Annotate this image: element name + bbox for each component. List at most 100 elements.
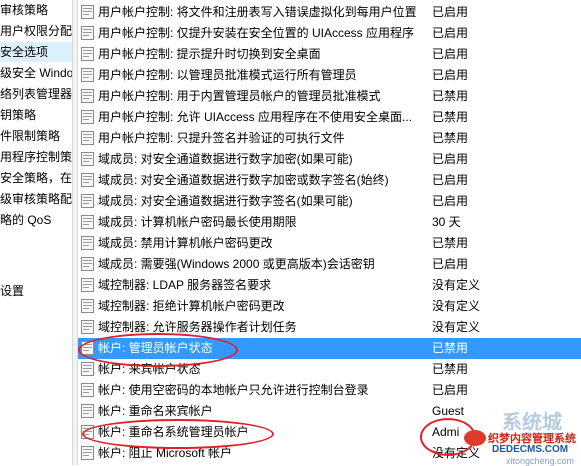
policy-name: 用户帐户控制: 用于内置管理员帐户的管理员批准模式 — [98, 89, 381, 103]
policy-row[interactable]: 域成员: 对安全通道数据进行数字加密(如果可能) 已启用 — [78, 149, 581, 170]
policy-icon — [81, 89, 94, 103]
policy-row[interactable]: 用户帐户控制: 仅提升安装在安全位置的 UIAccess 应用程序 已启用 — [78, 23, 581, 44]
policy-row[interactable]: 用户帐户控制: 允许 UIAccess 应用程序在不使用安全桌面... 已禁用 — [78, 107, 581, 128]
policy-icon — [81, 26, 94, 40]
tree-item[interactable]: 级审核策略配 — [0, 189, 72, 209]
policy-setting: Guest — [432, 404, 465, 418]
policy-row[interactable]: 用户帐户控制: 只提升签名并验证的可执行文件 已禁用 — [78, 128, 581, 149]
tree-item[interactable]: 略的 QoS — [0, 210, 72, 230]
policy-row[interactable]: 用户帐户控制: 提示提升时切换到安全桌面 已启用 — [78, 44, 581, 65]
policy-setting: 已启用 — [432, 152, 469, 166]
policy-row[interactable]: 帐户: 重命名来宾帐户 Guest — [78, 401, 581, 422]
policy-icon — [81, 383, 94, 397]
policy-row[interactable]: 域成员: 对安全通道数据进行数字签名(如果可能) 已启用 — [78, 191, 581, 212]
policy-setting: 已启用 — [432, 26, 469, 40]
policy-row[interactable]: 域成员: 禁用计算机帐户密码更改 已禁用 — [78, 233, 581, 254]
policy-icon — [81, 173, 94, 187]
tree-item[interactable]: 设置 — [0, 281, 72, 301]
policy-name: 域控制器: 允许服务器操作者计划任务 — [98, 320, 297, 334]
policy-row[interactable]: 域控制器: LDAP 服务器签名要求 没有定义 — [78, 275, 581, 296]
tree-item[interactable]: 钥策略 — [0, 105, 72, 125]
policy-row[interactable]: 帐户: 重命名系统管理员帐户 Admi — [78, 422, 581, 443]
policy-setting: 已启用 — [432, 68, 469, 82]
policy-name: 帐户: 来宾帐户状态 — [98, 362, 201, 376]
policy-icon — [81, 425, 94, 439]
policy-setting: Admi — [432, 425, 460, 439]
policy-name: 域成员: 计算机帐户密码最长使用期限 — [98, 215, 297, 229]
policy-row[interactable]: 帐户: 使用空密码的本地帐户只允许进行控制台登录 已启用 — [78, 380, 581, 401]
policy-row[interactable]: 用户帐户控制: 用于内置管理员帐户的管理员批准模式 已禁用 — [78, 86, 581, 107]
policy-row[interactable]: 帐户: 来宾帐户状态 已禁用 — [78, 359, 581, 380]
policy-icon — [81, 299, 94, 313]
tree-item[interactable]: 用户权限分配 — [0, 21, 72, 41]
policy-setting: 已启用 — [432, 5, 469, 19]
policy-row[interactable]: 帐户: 管理员帐户状态 已禁用 — [78, 338, 581, 359]
policy-icon — [81, 362, 94, 376]
policy-setting: 没有定义 — [432, 446, 481, 460]
policy-name: 域成员: 对安全通道数据进行数字签名(如果可能) — [98, 194, 353, 208]
tree-item[interactable]: 件限制策略 — [0, 126, 72, 146]
policy-name: 帐户: 管理员帐户状态 — [98, 341, 213, 355]
policy-name: 用户帐户控制: 提示提升时切换到安全桌面 — [98, 47, 321, 61]
policy-name: 用户帐户控制: 允许 UIAccess 应用程序在不使用安全桌面... — [98, 110, 413, 124]
policy-setting: 已禁用 — [432, 236, 469, 250]
policy-icon — [81, 404, 94, 418]
policy-row[interactable]: 域控制器: 拒绝计算机帐户密码更改 没有定义 — [78, 296, 581, 317]
policy-icon — [81, 5, 94, 19]
policy-icon — [81, 68, 94, 82]
policy-row[interactable]: 用户帐户控制: 以管理员批准模式运行所有管理员 已启用 — [78, 65, 581, 86]
policy-icon — [81, 341, 94, 355]
policy-setting: 已启用 — [432, 173, 469, 187]
policy-icon — [81, 215, 94, 229]
policy-setting: 已禁用 — [432, 341, 469, 355]
policy-tree: 审核策略用户权限分配安全选项级安全 Windo络列表管理器策钥策略件限制策略用程… — [0, 0, 72, 465]
policy-setting: 没有定义 — [432, 278, 481, 292]
policy-setting: 已启用 — [432, 257, 469, 271]
policy-setting: 已禁用 — [432, 362, 469, 376]
policy-setting: 已启用 — [432, 47, 469, 61]
policy-name: 域控制器: LDAP 服务器签名要求 — [98, 278, 272, 292]
policy-row[interactable]: 域成员: 需要强(Windows 2000 或更高版本)会话密钥 已启用 — [78, 254, 581, 275]
policy-icon — [81, 152, 94, 166]
policy-name: 域成员: 对安全通道数据进行数字加密(如果可能) — [98, 152, 353, 166]
policy-icon — [81, 257, 94, 271]
policy-name: 域成员: 禁用计算机帐户密码更改 — [98, 236, 273, 250]
policy-name: 帐户: 阻止 Microsoft 帐户 — [98, 446, 233, 460]
policy-name: 域成员: 对安全通道数据进行数字加密或数字签名(始终) — [98, 173, 389, 187]
policy-name: 帐户: 重命名来宾帐户 — [98, 404, 213, 418]
policy-setting: 已禁用 — [432, 110, 469, 124]
tree-item[interactable]: 安全策略，在 — [0, 168, 72, 188]
policy-icon — [81, 131, 94, 145]
policy-icon — [81, 446, 94, 460]
policy-name: 域成员: 需要强(Windows 2000 或更高版本)会话密钥 — [98, 257, 375, 271]
policy-setting: 已启用 — [432, 383, 469, 397]
policy-name: 域控制器: 拒绝计算机帐户密码更改 — [98, 299, 285, 313]
policy-name: 用户帐户控制: 仅提升安装在安全位置的 UIAccess 应用程序 — [98, 26, 415, 40]
policy-row[interactable]: 域成员: 计算机帐户密码最长使用期限 30 天 — [78, 212, 581, 233]
policy-setting: 已启用 — [432, 194, 469, 208]
policy-row[interactable]: 域成员: 对安全通道数据进行数字加密或数字签名(始终) 已启用 — [78, 170, 581, 191]
policy-setting: 30 天 — [432, 215, 461, 229]
policy-list: 用户帐户控制: 将文件和注册表写入错误虚拟化到每用户位置 已启用 用户帐户控制: 仅… — [78, 0, 581, 465]
policy-name: 用户帐户控制: 只提升签名并验证的可执行文件 — [98, 131, 345, 145]
policy-name: 用户帐户控制: 将文件和注册表写入错误虚拟化到每用户位置 — [98, 5, 417, 19]
policy-setting: 已禁用 — [432, 89, 469, 103]
tree-item[interactable]: 安全选项 — [0, 42, 72, 62]
tree-item[interactable]: 用程序控制策略 — [0, 147, 72, 167]
policy-row[interactable]: 用户帐户控制: 将文件和注册表写入错误虚拟化到每用户位置 已启用 — [78, 2, 581, 23]
tree-item[interactable]: 审核策略 — [0, 0, 72, 20]
policy-name: 用户帐户控制: 以管理员批准模式运行所有管理员 — [98, 68, 357, 82]
tree-item[interactable]: 络列表管理器策 — [0, 84, 72, 104]
policy-icon — [81, 110, 94, 124]
policy-icon — [81, 320, 94, 334]
tree-item[interactable]: 级安全 Windo — [0, 63, 72, 83]
policy-row[interactable]: 帐户: 阻止 Microsoft 帐户 没有定义 — [78, 443, 581, 464]
policy-icon — [81, 236, 94, 250]
policy-icon — [81, 194, 94, 208]
policy-name: 帐户: 使用空密码的本地帐户只允许进行控制台登录 — [98, 383, 369, 397]
policy-row[interactable]: 域控制器: 允许服务器操作者计划任务 没有定义 — [78, 317, 581, 338]
policy-icon — [81, 278, 94, 292]
policy-setting: 没有定义 — [432, 299, 481, 313]
policy-setting: 没有定义 — [432, 320, 481, 334]
policy-icon — [81, 47, 94, 61]
